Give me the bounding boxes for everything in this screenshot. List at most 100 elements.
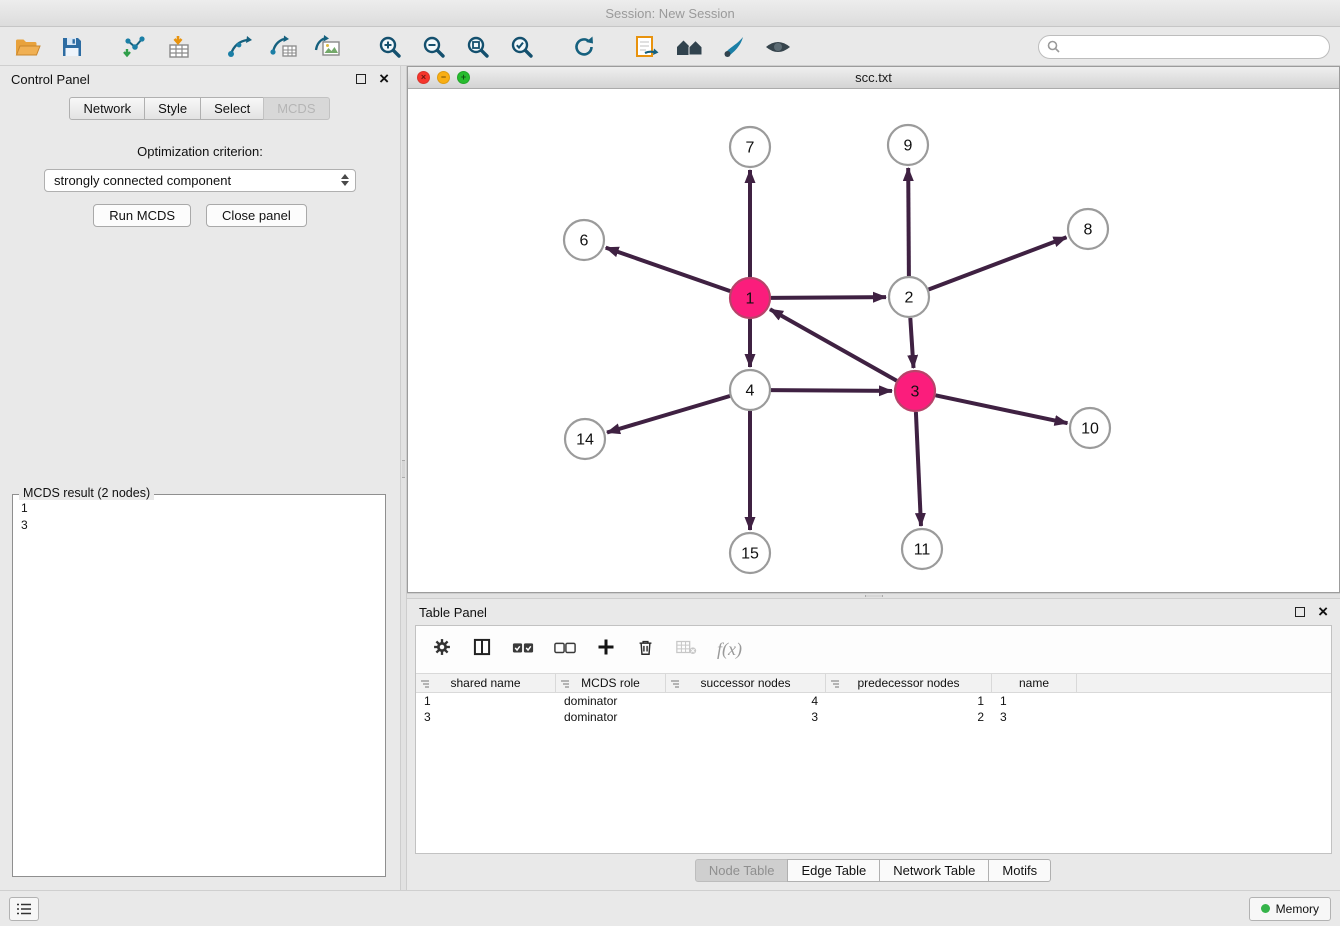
tab-motifs[interactable]: Motifs — [988, 859, 1051, 882]
node-8[interactable]: 8 — [1068, 209, 1108, 249]
tab-node-table[interactable]: Node Table — [695, 859, 789, 882]
node-4[interactable]: 4 — [730, 370, 770, 410]
refresh-icon[interactable] — [566, 31, 602, 63]
node-15[interactable]: 15 — [730, 533, 770, 573]
deselect-all-icon[interactable] — [554, 639, 576, 660]
tab-select[interactable]: Select — [200, 97, 264, 120]
cell-predecessor-nodes: 2 — [826, 710, 992, 724]
edge-2-9[interactable] — [908, 168, 909, 276]
search-input[interactable] — [1065, 40, 1321, 54]
task-history-button[interactable] — [9, 897, 39, 921]
tab-mcds[interactable]: MCDS — [263, 97, 329, 120]
table-row[interactable]: 1 dominator 4 1 1 — [416, 693, 1331, 709]
network-window-title: scc.txt — [408, 70, 1339, 85]
edge-2-8[interactable] — [929, 237, 1067, 289]
import-group — [116, 31, 196, 63]
show-hide-icon[interactable] — [760, 31, 796, 63]
save-session-icon[interactable] — [54, 31, 90, 63]
network-graph[interactable]: 7 9 6 8 1 2 4 3 10 14 15 11 — [408, 89, 1339, 592]
open-session-icon[interactable] — [10, 31, 46, 63]
node-7[interactable]: 7 — [730, 127, 770, 167]
delete-table-icon — [675, 638, 697, 661]
zoom-selected-icon[interactable] — [504, 31, 540, 63]
node-1[interactable]: 1 — [730, 278, 770, 318]
new-network-icon[interactable] — [222, 31, 258, 63]
float-table-panel-icon[interactable] — [1295, 607, 1305, 617]
edge-4-3[interactable] — [771, 390, 892, 391]
close-panel-icon[interactable]: × — [379, 72, 389, 86]
selected-criterion: strongly connected component — [54, 173, 231, 188]
optimization-criterion-select[interactable]: strongly connected component — [44, 169, 356, 192]
network-window: × − + scc.txt 7 9 6 8 1 2 4 3 10 14 15 11 — [407, 66, 1340, 593]
close-panel-button[interactable]: Close panel — [206, 204, 307, 227]
svg-text:2: 2 — [905, 290, 914, 307]
float-panel-icon[interactable] — [356, 74, 366, 84]
close-window-icon[interactable]: × — [417, 71, 430, 84]
show-columns-icon[interactable] — [472, 637, 492, 662]
add-row-icon[interactable] — [596, 637, 616, 662]
column-header-shared-name[interactable]: shared name — [416, 674, 556, 692]
cell-mcds-role: dominator — [556, 710, 666, 724]
tab-network[interactable]: Network — [69, 97, 145, 120]
network-canvas[interactable]: 7 9 6 8 1 2 4 3 10 14 15 11 — [408, 89, 1339, 592]
import-table-icon[interactable] — [160, 31, 196, 63]
table-row[interactable]: 3 dominator 3 2 3 — [416, 709, 1331, 725]
vertical-splitter[interactable] — [400, 66, 407, 890]
memory-button[interactable]: Memory — [1249, 897, 1331, 921]
cell-successor-nodes: 3 — [666, 710, 826, 724]
svg-text:4: 4 — [746, 383, 755, 400]
export-image-icon[interactable] — [310, 31, 346, 63]
tab-style[interactable]: Style — [144, 97, 201, 120]
column-header-name[interactable]: name — [992, 674, 1077, 692]
node-2[interactable]: 2 — [889, 277, 929, 317]
edge-3-11[interactable] — [916, 412, 921, 526]
table-settings-gear-icon[interactable] — [432, 637, 452, 662]
tab-network-table[interactable]: Network Table — [879, 859, 989, 882]
mcds-result-content[interactable]: 1 3 — [13, 495, 385, 539]
zoom-out-icon[interactable] — [416, 31, 452, 63]
edge-3-10[interactable] — [936, 395, 1068, 423]
control-panel-title: Control Panel — [11, 72, 90, 87]
import-network-icon[interactable] — [116, 31, 152, 63]
close-table-panel-icon[interactable]: × — [1318, 605, 1328, 619]
node-14[interactable]: 14 — [565, 419, 605, 459]
network-window-titlebar[interactable]: × − + scc.txt — [408, 67, 1339, 89]
select-all-icon[interactable] — [512, 639, 534, 660]
delete-row-icon[interactable] — [636, 638, 655, 662]
search-box — [1038, 35, 1330, 59]
search-icon — [1047, 40, 1060, 53]
column-header-successor-nodes[interactable]: successor nodes — [666, 674, 826, 692]
result-line: 1 — [21, 500, 377, 517]
minimize-window-icon[interactable]: − — [437, 71, 450, 84]
node-10[interactable]: 10 — [1070, 408, 1110, 448]
refresh-group — [566, 31, 602, 63]
edge-2-3[interactable] — [910, 318, 913, 368]
svg-text:3: 3 — [911, 384, 920, 401]
copy-view-icon[interactable] — [628, 31, 664, 63]
cell-predecessor-nodes: 1 — [826, 694, 992, 708]
edge-3-1[interactable] — [770, 309, 897, 380]
edge-1-2[interactable] — [771, 297, 886, 298]
node-9[interactable]: 9 — [888, 125, 928, 165]
zoom-fit-icon[interactable] — [460, 31, 496, 63]
column-header-predecessor-nodes[interactable]: predecessor nodes — [826, 674, 992, 692]
tab-edge-table[interactable]: Edge Table — [787, 859, 880, 882]
run-mcds-button[interactable]: Run MCDS — [93, 204, 191, 227]
zoom-in-icon[interactable] — [372, 31, 408, 63]
control-panel-tabs: Network Style Select MCDS — [0, 97, 400, 120]
maximize-window-icon[interactable]: + — [457, 71, 470, 84]
cell-shared-name: 1 — [416, 694, 556, 708]
home-icon[interactable] — [672, 31, 708, 63]
table-toolbar: f(x) — [416, 626, 1331, 673]
edge-4-14[interactable] — [607, 396, 730, 433]
network-and-table-icon[interactable] — [266, 31, 302, 63]
node-6[interactable]: 6 — [564, 220, 604, 260]
svg-text:1: 1 — [746, 291, 755, 308]
edge-1-6[interactable] — [606, 248, 731, 292]
style-brush-icon[interactable] — [716, 31, 752, 63]
mcds-result-box: MCDS result (2 nodes) 1 3 — [12, 494, 386, 877]
memory-status-dot — [1261, 904, 1270, 913]
node-3[interactable]: 3 — [895, 371, 935, 411]
node-11[interactable]: 11 — [902, 529, 942, 569]
column-header-mcds-role[interactable]: MCDS role — [556, 674, 666, 692]
